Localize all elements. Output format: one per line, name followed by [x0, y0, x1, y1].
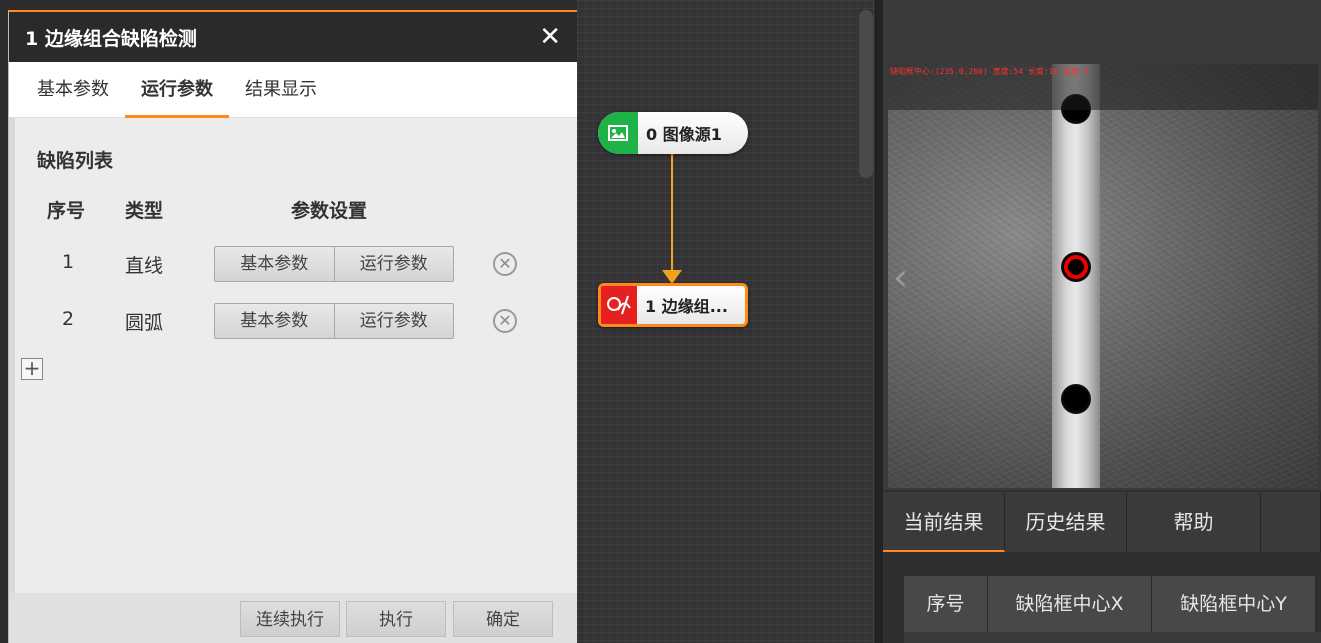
- row-1-delete-icon[interactable]: ✕: [493, 252, 517, 276]
- execute-button[interactable]: 执行: [346, 601, 446, 637]
- tab-current-result[interactable]: 当前结果: [883, 492, 1005, 552]
- tab-run-params[interactable]: 运行参数: [125, 62, 229, 118]
- defect-marker: [1064, 255, 1088, 279]
- flow-node-edge-defect[interactable]: 1 边缘组...: [598, 283, 748, 327]
- row-2-delete-icon[interactable]: ✕: [493, 309, 517, 333]
- col-header-index: 序号: [47, 200, 86, 222]
- confirm-button[interactable]: 确定: [453, 601, 553, 637]
- edge-defect-icon: [601, 286, 637, 324]
- hole-3: [1061, 384, 1091, 414]
- row-1-type: 直线: [125, 255, 164, 277]
- tab-help[interactable]: 帮助: [1127, 492, 1261, 552]
- results-col-center-x: 缺陷框中心X: [988, 576, 1152, 632]
- tab-history-result[interactable]: 历史结果: [1005, 492, 1127, 552]
- row-2-basic-params-button[interactable]: 基本参数: [215, 304, 334, 338]
- col-header-params: 参数设置: [291, 200, 368, 222]
- tab-basic-params[interactable]: 基本参数: [21, 62, 125, 118]
- dialog-footer: 连续执行 执行 确定: [9, 593, 577, 643]
- row-1-basic-params-button[interactable]: 基本参数: [215, 247, 334, 281]
- row-2-type: 圆弧: [125, 312, 164, 334]
- results-col-center-y: 缺陷框中心Y: [1152, 576, 1316, 632]
- row-2-index: 2: [62, 308, 75, 330]
- image-texture: [888, 64, 1318, 488]
- defect-list-title: 缺陷列表: [37, 150, 114, 172]
- row-1-index: 1: [62, 251, 75, 273]
- row-1-run-params-button[interactable]: 运行参数: [333, 247, 454, 281]
- dialog-title-bar: 1 边缘组合缺陷检测 ✕: [9, 12, 577, 62]
- image-viewer[interactable]: 缺陷框中心:(235.0,260) 宽度:54 长度:16 角度:0: [888, 64, 1318, 488]
- dialog-title: 1 边缘组合缺陷检测: [25, 27, 197, 50]
- flow-connector: [671, 154, 673, 274]
- flow-node-label: 0 图像源1: [646, 125, 722, 144]
- results-tabs: 当前结果 历史结果 帮助: [883, 492, 1321, 552]
- chevron-left-icon[interactable]: ‹: [893, 255, 908, 299]
- tab-result-display[interactable]: 结果显示: [229, 62, 333, 118]
- row-2-run-params-button[interactable]: 运行参数: [333, 304, 454, 338]
- image-icon: [598, 112, 638, 154]
- close-icon[interactable]: ✕: [539, 24, 561, 50]
- results-table-header: 序号 缺陷框中心X 缺陷框中心Y: [904, 576, 1316, 632]
- flow-node-label: 1 边缘组...: [645, 297, 728, 316]
- panel-splitter[interactable]: [875, 0, 883, 643]
- continuous-run-button[interactable]: 连续执行: [240, 601, 340, 637]
- dialog-body: 缺陷列表 序号 类型 参数设置 1 直线 基本参数 运行参数 ✕ 2 圆弧 基本…: [9, 118, 577, 593]
- edge-defect-dialog: 1 边缘组合缺陷检测 ✕ 基本参数 运行参数 结果显示 缺陷列表 序号 类型 参…: [8, 10, 577, 643]
- col-header-type: 类型: [125, 200, 164, 222]
- image-info-bar: 缺陷框中心:(235.0,260) 宽度:54 长度:16 角度:0: [888, 64, 1318, 110]
- row-1-param-buttons: 基本参数 运行参数: [214, 246, 454, 282]
- image-overlay-text: 缺陷框中心:(235.0,260) 宽度:54 长度:16 角度:0: [890, 67, 1089, 76]
- results-col-index: 序号: [904, 576, 988, 632]
- row-2-param-buttons: 基本参数 运行参数: [214, 303, 454, 339]
- dialog-tabs: 基本参数 运行参数 结果显示: [9, 62, 577, 118]
- canvas-scrollbar[interactable]: [859, 10, 873, 178]
- add-defect-icon[interactable]: +: [21, 358, 43, 380]
- flow-arrow-icon: [662, 270, 682, 284]
- results-table-row: [904, 632, 1321, 643]
- tab-extra[interactable]: [1261, 492, 1321, 552]
- flow-node-image-source[interactable]: 0 图像源1: [598, 112, 748, 154]
